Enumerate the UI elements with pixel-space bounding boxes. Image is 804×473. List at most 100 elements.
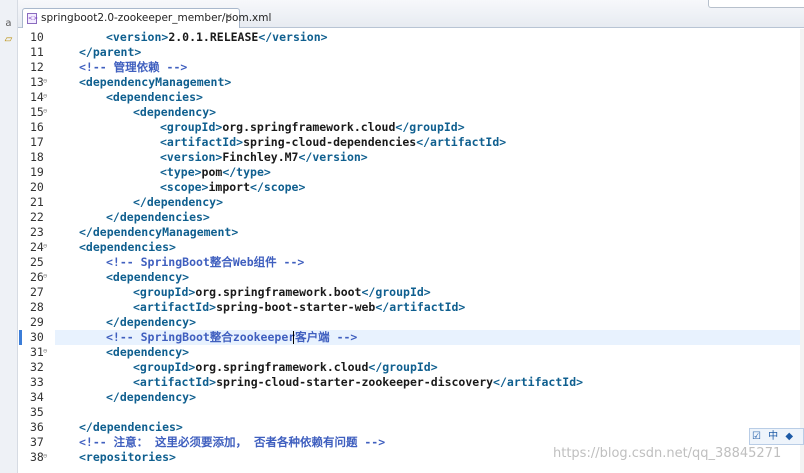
code-line[interactable]: 32 <groupId>org.springframework.cloud</gr… <box>0 360 804 375</box>
fold-toggle-icon[interactable]: ⊖ <box>43 77 47 86</box>
code-line[interactable]: 18 <version>Finchley.M7</version> <box>0 150 804 165</box>
fold-toggle-icon[interactable]: ⊖ <box>43 92 47 101</box>
line-number: 30 <box>30 330 44 344</box>
code-text: <scope>import</scope> <box>160 180 305 195</box>
code-line[interactable]: 29 </dependency> <box>0 315 804 330</box>
line-number: 17 <box>30 135 44 149</box>
code-text: <dependency> <box>133 105 216 120</box>
code-text: <dependency> <box>106 345 189 360</box>
xml-value: import <box>208 180 251 194</box>
code-line[interactable]: 21 </dependency> <box>0 195 804 210</box>
code-text: </dependencyManagement> <box>79 225 238 240</box>
fold-toggle-icon[interactable]: ⊖ <box>43 107 47 116</box>
code-line[interactable]: 14 ⊖ <dependencies> <box>0 90 804 105</box>
code-line[interactable]: 24 ⊖ <dependencies> <box>0 240 804 255</box>
code-text: <artifactId>spring-cloud-dependencies</a… <box>160 135 506 150</box>
ime-language-indicator[interactable]: 中 <box>766 429 780 444</box>
code-text: <groupId>org.springframework.cloud</grou… <box>160 120 465 135</box>
text-cursor <box>293 331 294 344</box>
line-number: 33 <box>30 375 44 389</box>
xml-comment: <!-- 管理依赖 --> <box>79 60 188 74</box>
code-line[interactable]: 28 <artifactId>spring-boot-starter-web</a… <box>0 300 804 315</box>
line-number: 35 <box>30 405 44 419</box>
code-editor[interactable]: 10 <version>2.0.1.RELEASE</version> 11 </pa… <box>0 0 804 473</box>
xml-tag: <groupId> <box>160 120 223 134</box>
fold-toggle-icon[interactable]: ⊖ <box>43 272 47 281</box>
xml-tag: </dependency> <box>133 195 224 209</box>
line-number: 20 <box>30 180 44 194</box>
xml-value: spring-cloud-dependencies <box>243 135 417 149</box>
code-text: <version>Finchley.M7</version> <box>160 150 368 165</box>
xml-tag: <version> <box>160 150 223 164</box>
code-line[interactable]: 22 </dependencies> <box>0 210 804 225</box>
code-text: </parent> <box>79 45 141 60</box>
line-number: 12 <box>30 60 44 74</box>
line-number: 18 <box>30 150 44 164</box>
code-text: </dependency> <box>106 315 196 330</box>
code-line[interactable]: 19 <type>pom</type> <box>0 165 804 180</box>
code-text: <groupId>org.springframework.boot</group… <box>133 285 431 300</box>
code-line[interactable]: 33 <artifactId>spring-cloud-starter-zooke… <box>0 375 804 390</box>
xml-value: Finchley.M7 <box>222 150 299 164</box>
code-line[interactable]: 36 </dependencies> <box>0 420 804 435</box>
xml-value: spring-cloud-starter-zookeeper-discovery <box>216 375 494 389</box>
xml-tag: <groupId> <box>133 285 196 299</box>
code-line[interactable]: 11 </parent> <box>0 45 804 60</box>
code-text: <artifactId>spring-cloud-starter-zookeep… <box>133 375 583 390</box>
code-text: <repositories> <box>79 450 176 465</box>
xml-tag: <artifactId> <box>133 300 217 314</box>
xml-value: org.springframework.boot <box>195 285 362 299</box>
xml-comment: <!-- SpringBoot整合Web组件 --> <box>106 255 305 269</box>
ime-settings-icon[interactable]: ☑ <box>750 429 763 444</box>
xml-tag: </groupId> <box>368 360 438 374</box>
code-text: <version>2.0.1.RELEASE</version> <box>106 30 328 45</box>
code-line[interactable]: 34 </dependency> <box>0 390 804 405</box>
code-text: <!-- 管理依赖 --> <box>79 60 187 75</box>
code-line[interactable]: 27 <groupId>org.springframework.boot</gro… <box>0 285 804 300</box>
fold-toggle-icon[interactable]: ⊖ <box>43 452 47 461</box>
code-line[interactable]: 12 <!-- 管理依赖 --> <box>0 60 804 75</box>
code-line[interactable]: 25 <!-- SpringBoot整合Web组件 --> <box>0 255 804 270</box>
xml-tag: </dependency> <box>106 315 197 329</box>
xml-value: spring-boot-starter-web <box>216 300 376 314</box>
xml-tag: <dependency> <box>133 105 217 119</box>
line-number: 29 <box>30 315 44 329</box>
code-text: <!-- SpringBoot整合zookeeper客户端 --> <box>106 330 357 345</box>
code-line[interactable]: 31 ⊖ <dependency> <box>0 345 804 360</box>
code-line[interactable]: 26 ⊖ <dependency> <box>0 270 804 285</box>
code-line[interactable]: 10 <version>2.0.1.RELEASE</version> <box>0 30 804 45</box>
line-number: 32 <box>30 360 44 374</box>
line-number: 25 <box>30 255 44 269</box>
xml-tag: <dependency> <box>106 270 190 284</box>
code-line[interactable]: 23 </dependencyManagement> <box>0 225 804 240</box>
code-text: </dependency> <box>106 390 196 405</box>
code-text: <!-- 注意： 这里必须要添加， 否者各种依赖有问题 --> <box>79 435 385 450</box>
xml-tag: <groupId> <box>133 360 196 374</box>
line-number: 22 <box>30 210 44 224</box>
code-text: </dependency> <box>133 195 223 210</box>
xml-tag: </groupId> <box>395 120 465 134</box>
ime-mode-icon[interactable]: ◆ <box>783 429 795 444</box>
code-text: <groupId>org.springframework.cloud</grou… <box>133 360 438 375</box>
fold-toggle-icon[interactable]: ⊖ <box>43 347 47 356</box>
line-number: 19 <box>30 165 44 179</box>
code-line[interactable]: 16 <groupId>org.springframework.cloud</gr… <box>0 120 804 135</box>
code-line[interactable]: 20 <scope>import</scope> <box>0 180 804 195</box>
vertical-scrollbar[interactable] <box>800 29 804 473</box>
xml-comment: <!-- 注意： 这里必须要添加， 否者各种依赖有问题 --> <box>79 435 386 449</box>
code-line[interactable]: 17 <artifactId>spring-cloud-dependencies<… <box>0 135 804 150</box>
code-line[interactable]: 13 ⊖ <dependencyManagement> <box>0 75 804 90</box>
line-number: 16 <box>30 120 44 134</box>
code-line[interactable]: 15 ⊖ <dependency> <box>0 105 804 120</box>
line-number: 37 <box>30 435 44 449</box>
xml-tag: <dependencyManagement> <box>79 75 232 89</box>
code-line[interactable]: 35 <box>0 405 804 420</box>
code-line[interactable]: 30 <!-- SpringBoot整合zookeeper客户端 --> <box>0 330 804 345</box>
code-text: </dependencies> <box>79 420 183 435</box>
line-number: 34 <box>30 390 44 404</box>
fold-toggle-icon[interactable]: ⊖ <box>43 242 47 251</box>
ime-toolbar[interactable]: ☑ 中 ◆ <box>749 428 804 445</box>
xml-tag: </version> <box>258 30 328 44</box>
xml-tag: </dependencyManagement> <box>79 225 239 239</box>
xml-tag: </dependencies> <box>106 210 210 224</box>
